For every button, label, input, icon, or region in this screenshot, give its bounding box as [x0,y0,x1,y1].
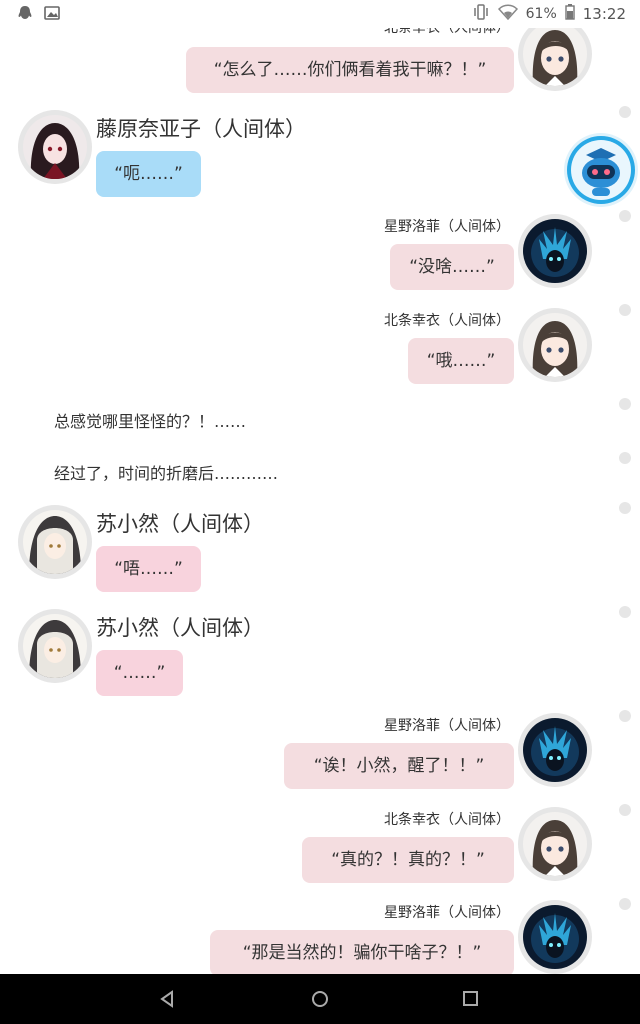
avatar-beitiao[interactable] [518,17,592,91]
avatar-fujiwara[interactable] [18,110,92,184]
scroll-dot [619,452,631,464]
avatar-xingye[interactable] [518,713,592,787]
speaker-name: 苏小然（人间体） [96,616,264,640]
girl-long-hair-avatar-icon [523,22,587,86]
avatar-suxiaoran[interactable] [18,505,92,579]
scroll-dot [619,710,631,722]
narration-text: 总感觉哪里怪怪的？！…… [54,412,247,431]
message-bubble[interactable]: “诶！小然，醒了！！” [284,743,514,789]
clock-time: 13:22 [582,5,626,23]
dark-red-girl-avatar-icon [23,115,87,179]
image-icon [44,5,60,25]
scroll-dot [619,304,631,316]
scroll-dot [619,106,631,118]
message-bubble[interactable]: “……” [96,650,183,696]
scroll-dot [619,898,631,910]
blue-spirit-avatar-icon [523,905,587,969]
speaker-name: 苏小然（人间体） [96,512,264,536]
white-hood-girl-avatar-icon [23,614,87,678]
scroll-dot [619,606,631,618]
speaker-name: 星野洛菲（人间体） [384,905,510,921]
recents-icon[interactable] [460,988,482,1010]
blue-spirit-avatar-icon [523,219,587,283]
scroll-dot [619,398,631,410]
battery-percent: 61% [525,6,557,22]
girl-long-hair-avatar-icon [523,812,587,876]
narration-text: 经过了，时间的折磨后………… [54,464,279,483]
speaker-name: 星野洛菲（人间体） [384,718,510,734]
girl-long-hair-avatar-icon [523,313,587,377]
message-bubble[interactable]: “那是当然的！骗你干啥子？！” [210,930,514,974]
avatar-beitiao[interactable] [518,308,592,382]
message-bubble[interactable]: “怎么了……你们俩看着我干嘛？！” [186,47,514,93]
speaker-name: 藤原奈亚子（人间体） [96,117,306,141]
wifi-icon [497,4,518,24]
message-bubble[interactable]: “真的？！真的？！” [302,837,514,883]
speaker-name: 星野洛菲（人间体） [384,219,510,235]
message-bubble[interactable]: “唔……” [96,546,201,592]
message-bubble[interactable]: “哦……” [408,338,514,384]
message-bubble[interactable]: “呃……” [96,151,201,197]
speaker-name: 北条幸衣（人间体） [384,812,510,828]
speaker-name: 北条幸衣（人间体） [384,313,510,329]
white-hood-girl-avatar-icon [23,510,87,574]
avatar-beitiao[interactable] [518,807,592,881]
home-icon[interactable] [309,988,331,1010]
navigation-bar [0,974,640,1024]
status-bar: 61% 13:22 [0,0,640,28]
assistant-bot-button[interactable] [564,133,638,207]
blue-spirit-avatar-icon [523,718,587,782]
scroll-dot [619,502,631,514]
message-bubble[interactable]: “没啥……” [390,244,514,290]
avatar-xingye[interactable] [518,900,592,974]
back-icon[interactable] [157,988,179,1010]
avatar-xingye[interactable] [518,214,592,288]
vibrate-icon [472,4,490,24]
chat-area: 北条幸衣（人间体） “怎么了……你们俩看着我干嘛？！” 藤原奈亚子（人间体） “… [0,0,640,974]
robot-assistant-icon [567,136,635,204]
battery-icon [565,4,575,24]
qq-icon [18,5,32,25]
scroll-dot [619,804,631,816]
avatar-suxiaoran[interactable] [18,609,92,683]
scroll-dot [619,210,631,222]
